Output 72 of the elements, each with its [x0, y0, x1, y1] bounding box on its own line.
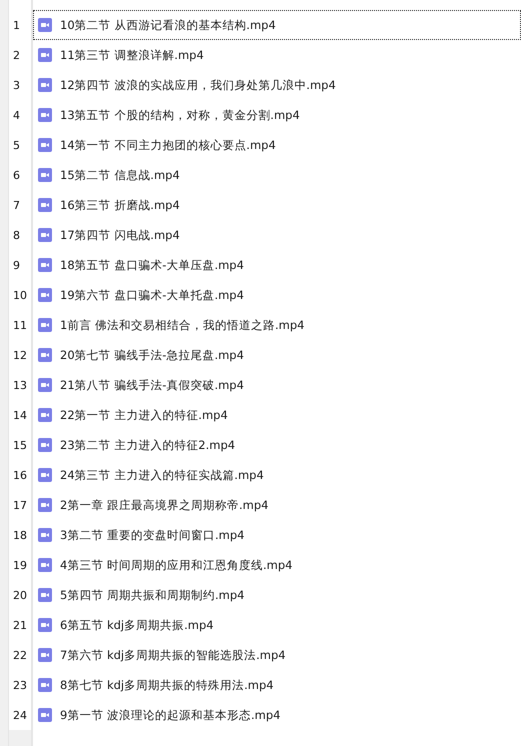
file-item[interactable]: 15第二节 信息战.mp4: [33, 160, 521, 190]
file-item[interactable]: 23第二节 主力进入的特征2.mp4: [33, 430, 521, 460]
file-item[interactable]: 3第二节 重要的变盘时间窗口.mp4: [33, 520, 521, 550]
video-file-icon: [38, 648, 52, 662]
video-file-icon: [38, 108, 52, 122]
video-file-icon: [38, 18, 52, 32]
file-item[interactable]: 21第八节 骗线手法-真假突破.mp4: [33, 370, 521, 400]
video-file-icon: [38, 168, 52, 182]
video-file-icon: [38, 348, 52, 362]
video-file-icon: [38, 138, 52, 152]
line-number: 12: [13, 348, 27, 362]
file-item[interactable]: 18第五节 盘口骗术-大单压盘.mp4: [33, 250, 521, 280]
file-item[interactable]: 7第六节 kdj多周期共振的智能选股法.mp4: [33, 640, 521, 670]
line-number: 11: [13, 318, 27, 332]
video-file-icon: [38, 678, 52, 692]
video-file-icon: [38, 468, 52, 482]
video-file-icon: [38, 258, 52, 272]
line-number: 18: [13, 528, 27, 542]
video-file-icon: [38, 618, 52, 632]
video-file-icon: [38, 408, 52, 422]
line-number: 16: [13, 468, 27, 482]
line-number: 15: [13, 438, 27, 452]
video-file-icon: [38, 378, 52, 392]
file-item[interactable]: 1前言 佛法和交易相结合，我的悟道之路.mp4: [33, 310, 521, 340]
line-number: 8: [13, 228, 20, 242]
video-file-icon: [38, 498, 52, 512]
video-file-icon: [38, 558, 52, 572]
line-number: 6: [13, 168, 20, 182]
line-number: 24: [13, 708, 27, 722]
file-item[interactable]: 14第一节 不同主力抱团的核心要点.mp4: [33, 130, 521, 160]
file-item[interactable]: 19第六节 盘口骗术-大单托盘.mp4: [33, 280, 521, 310]
line-number: 13: [13, 378, 27, 392]
video-file-icon: [38, 288, 52, 302]
file-item[interactable]: 20第七节 骗线手法-急拉尾盘.mp4: [33, 340, 521, 370]
line-number: 19: [13, 558, 27, 572]
line-number: 4: [13, 108, 20, 122]
line-number: 2: [13, 48, 20, 62]
file-item[interactable]: 12第四节 波浪的实战应用，我们身处第几浪中.mp4: [33, 70, 521, 100]
file-item[interactable]: 24第三节 主力进入的特征实战篇.mp4: [33, 460, 521, 490]
line-number: 5: [13, 138, 20, 152]
file-item[interactable]: 4第三节 时间周期的应用和江恩角度线.mp4: [33, 550, 521, 580]
video-file-icon: [38, 438, 52, 452]
file-item[interactable]: 17第四节 闪电战.mp4: [33, 220, 521, 250]
file-item[interactable]: 6第五节 kdj多周期共振.mp4: [33, 610, 521, 640]
file-item[interactable]: 5第四节 周期共振和周期制约.mp4: [33, 580, 521, 610]
file-item[interactable]: 8第七节 kdj多周期共振的特殊用法.mp4: [33, 670, 521, 700]
line-number: 7: [13, 198, 20, 212]
video-file-icon: [38, 48, 52, 62]
video-file-icon: [38, 588, 52, 602]
file-item[interactable]: 16第三节 折磨战.mp4: [33, 190, 521, 220]
file-item[interactable]: 11第三节 调整浪详解.mp4: [33, 40, 521, 70]
video-file-icon: [38, 528, 52, 542]
file-item[interactable]: 13第五节 个股的结构，对称，黄金分割.mp4: [33, 100, 521, 130]
video-file-icon: [38, 318, 52, 332]
line-number: 9: [13, 258, 20, 272]
line-number: 3: [13, 78, 20, 92]
line-number: 22: [13, 648, 27, 662]
video-file-icon: [38, 708, 52, 722]
line-number: 17: [13, 498, 27, 512]
line-number: 21: [13, 618, 27, 632]
file-item[interactable]: 22第一节 主力进入的特征.mp4: [33, 400, 521, 430]
file-item[interactable]: 2第一章 跟庄最高境界之周期称帝.mp4: [33, 490, 521, 520]
line-number: 10: [13, 288, 27, 302]
line-number: 23: [13, 678, 27, 692]
video-file-icon: [38, 228, 52, 242]
file-item[interactable]: 9第一节 波浪理论的起源和基本形态.mp4: [33, 700, 521, 730]
video-file-icon: [38, 198, 52, 212]
file-item[interactable]: 10第二节 从西游记看浪的基本结构.mp4: [33, 10, 521, 40]
line-number: 20: [13, 588, 27, 602]
line-number: 1: [13, 18, 20, 32]
line-number: 14: [13, 408, 27, 422]
video-file-icon: [38, 78, 52, 92]
